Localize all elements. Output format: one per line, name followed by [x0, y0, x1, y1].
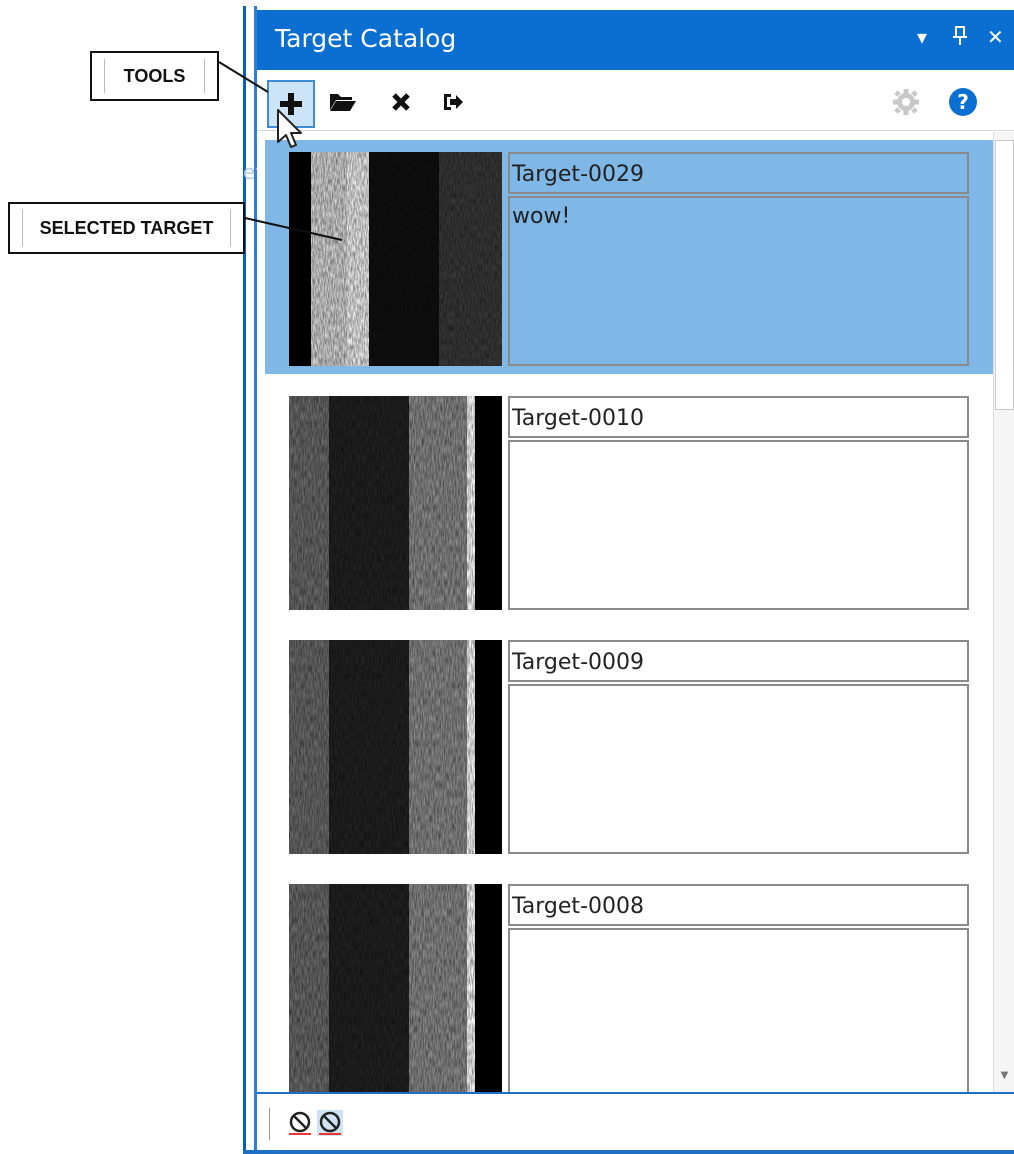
export-icon — [444, 94, 463, 110]
scroll-down-arrow-icon[interactable]: ▼ — [994, 1070, 1014, 1088]
svg-text:?: ? — [957, 90, 969, 114]
pin-icon[interactable] — [951, 25, 969, 52]
settings-button[interactable] — [886, 82, 926, 122]
title-bar: Target Catalog ▾ ✕ — [257, 10, 1014, 70]
scroll-thumb[interactable] — [995, 140, 1014, 410]
target-note-field[interactable]: wow! — [508, 196, 969, 366]
panel-title: Target Catalog — [275, 24, 457, 53]
target-thumbnail — [289, 152, 502, 366]
toolbar: ? — [257, 70, 1014, 131]
open-folder-icon — [330, 94, 356, 111]
delete-button[interactable] — [381, 82, 421, 122]
target-thumbnail — [289, 396, 502, 610]
selected-target-callout: SELECTED TARGET — [8, 202, 245, 254]
tools-callout: TOOLS — [90, 51, 219, 101]
dropdown-icon[interactable]: ▾ — [917, 25, 927, 49]
target-row[interactable]: Target-0010 — [265, 384, 993, 618]
target-name-field[interactable]: Target-0009 — [508, 640, 969, 682]
target-row[interactable]: Target-0008 — [265, 872, 993, 1092]
target-list[interactable]: Target-0029 wow! Target-0010 Target-0009… — [257, 132, 993, 1092]
open-folder-button[interactable] — [323, 82, 363, 122]
no-entry-icon[interactable] — [287, 1110, 313, 1136]
settings-icon — [893, 89, 919, 115]
help-icon: ? — [949, 88, 977, 116]
vertical-scrollbar[interactable]: ▲ ▼ — [993, 132, 1014, 1092]
target-name-field[interactable]: Target-0010 — [508, 396, 969, 438]
no-entry-icon-selected[interactable] — [317, 1110, 343, 1136]
target-note-field[interactable] — [508, 928, 969, 1092]
target-thumbnail — [289, 884, 502, 1092]
target-thumbnail — [289, 640, 502, 854]
delete-icon — [392, 93, 410, 111]
target-note-field[interactable] — [508, 440, 969, 610]
help-button[interactable]: ? — [943, 82, 983, 122]
panel-bottom-border — [243, 1150, 1014, 1154]
target-name-field[interactable]: Target-0029 — [508, 152, 969, 194]
status-bar — [257, 1092, 1014, 1152]
target-row[interactable]: Target-0009 — [265, 628, 993, 862]
mouse-cursor-icon — [277, 109, 302, 148]
close-icon[interactable]: ✕ — [987, 25, 1004, 49]
status-separator — [269, 1108, 270, 1140]
export-button[interactable] — [433, 82, 473, 122]
target-note-field[interactable] — [508, 684, 969, 854]
target-row-selected[interactable]: Target-0029 wow! — [265, 140, 993, 374]
target-name-field[interactable]: Target-0008 — [508, 884, 969, 926]
